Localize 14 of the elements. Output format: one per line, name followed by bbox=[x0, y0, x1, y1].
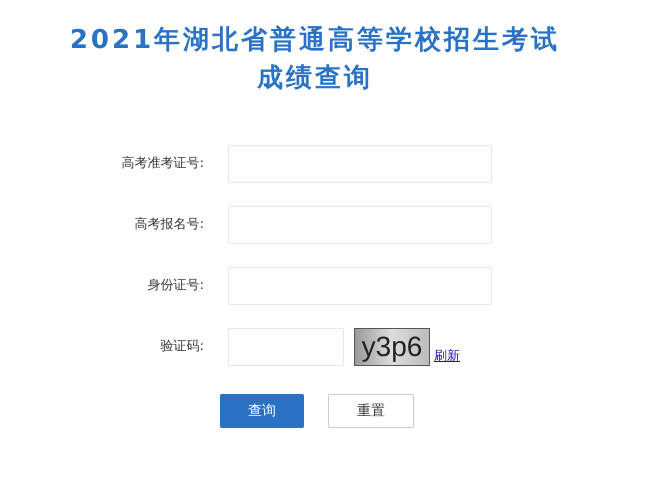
field-label: 高考报名号: bbox=[134, 216, 205, 234]
field-label: 验证码: bbox=[160, 338, 205, 356]
input-field[interactable] bbox=[228, 145, 492, 183]
field-label: 高考准考证号: bbox=[120, 155, 205, 174]
captcha-image: y3p6 bbox=[354, 328, 430, 366]
input-field[interactable] bbox=[228, 206, 492, 244]
input-field[interactable] bbox=[228, 267, 492, 305]
query-button[interactable]: 查询 bbox=[220, 394, 304, 428]
field-label: 身份证号: bbox=[146, 277, 205, 296]
captcha-field[interactable] bbox=[228, 328, 344, 366]
refresh-link[interactable]: 刷新 bbox=[434, 346, 460, 366]
page-subtitle: 成绩查询 bbox=[257, 62, 373, 95]
reset-button[interactable]: 重置 bbox=[328, 394, 414, 428]
page-title: 2021年湖北省普通高等学校招生考试 bbox=[70, 24, 560, 57]
